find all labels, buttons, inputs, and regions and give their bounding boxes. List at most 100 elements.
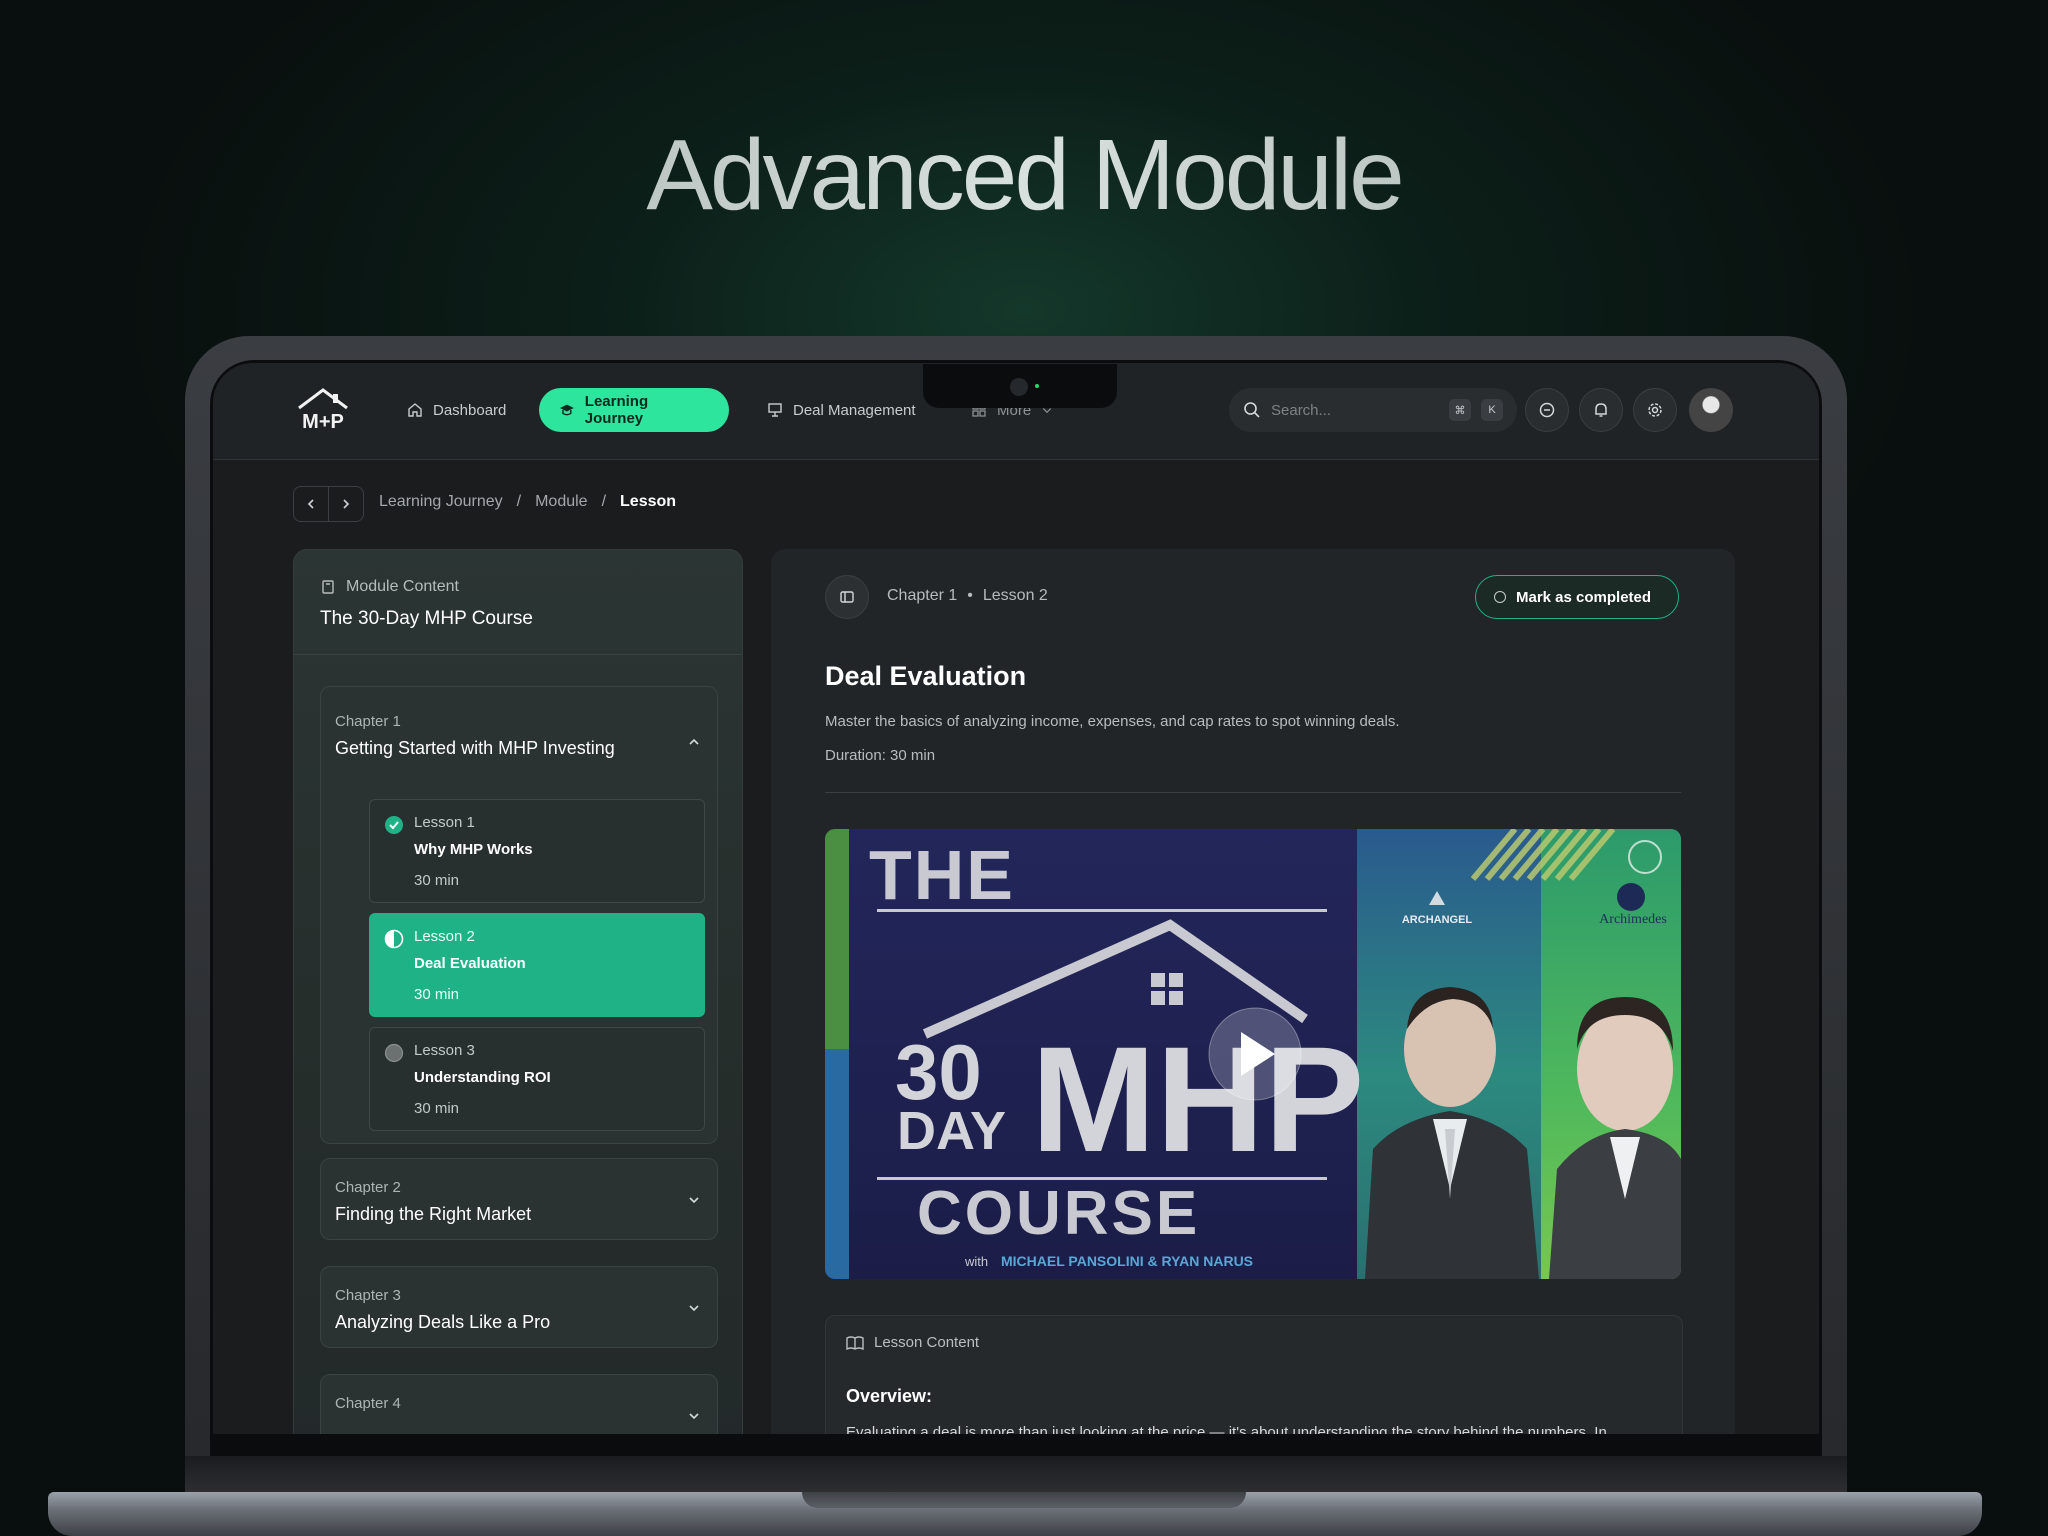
lesson-number: Lesson 2 — [414, 928, 475, 945]
svg-text:MICHAEL PANSOLINI & RYAN NARUS: MICHAEL PANSOLINI & RYAN NARUS — [1001, 1253, 1253, 1269]
lesson-duration: 30 min — [414, 872, 460, 889]
chapter-number: Chapter 4 — [335, 1395, 401, 1412]
chevron-down-icon[interactable] — [687, 1193, 701, 1207]
sidebar-icon — [840, 591, 854, 603]
forward-button[interactable] — [328, 486, 364, 522]
lesson-duration: Duration: 30 min — [825, 747, 936, 764]
nav-learning-journey[interactable]: Learning Journey — [539, 388, 729, 432]
chat-icon — [1539, 402, 1555, 418]
home-icon — [408, 403, 422, 417]
svg-text:ARCHANGEL: ARCHANGEL — [1402, 914, 1473, 926]
chapter-1[interactable]: Chapter 1 Getting Started with MHP Inves… — [320, 686, 718, 1144]
svg-text:with: with — [964, 1254, 988, 1269]
lesson-title: Deal Evaluation — [825, 661, 1027, 691]
lesson-number: Lesson 1 — [414, 814, 475, 831]
lesson-content-header: Lesson Content — [846, 1334, 979, 1351]
svg-text:DAY: DAY — [897, 1101, 1006, 1161]
search-icon — [1244, 402, 1260, 418]
chevron-down-icon[interactable] — [687, 1301, 701, 1315]
presentation-icon — [768, 403, 782, 417]
chevron-up-icon[interactable] — [687, 735, 701, 749]
lesson-title: Deal Evaluation — [414, 955, 526, 972]
breadcrumb-learning-journey[interactable]: Learning Journey — [379, 493, 503, 511]
search-input[interactable]: Search... ⌘ K — [1229, 388, 1517, 432]
module-header: Module Content The 30-Day MHP Course — [294, 550, 742, 655]
breadcrumb-lesson: Lesson — [620, 493, 677, 510]
lesson-item-1[interactable]: Lesson 1 Why MHP Works 30 min — [369, 799, 705, 903]
empty-circle-icon — [384, 1043, 404, 1063]
user-avatar[interactable] — [1689, 388, 1733, 432]
laptop-hinge — [185, 1456, 1847, 1492]
graduation-cap-icon — [559, 404, 574, 416]
back-button[interactable] — [293, 486, 329, 522]
circle-icon — [1494, 591, 1506, 603]
svg-text:Archimedes: Archimedes — [1599, 912, 1667, 927]
lesson-number: Lesson 3 — [414, 1042, 475, 1059]
lesson-title: Why MHP Works — [414, 841, 533, 858]
chevron-down-icon[interactable] — [687, 1409, 701, 1423]
chevron-left-icon — [307, 499, 314, 509]
settings-button[interactable] — [1633, 388, 1677, 432]
sidebar-toggle-button[interactable] — [825, 575, 869, 619]
chapter-number: Chapter 1 — [335, 713, 401, 730]
video-player[interactable]: ARCHANGEL Archimedes THE 30 DAY MHP COUR… — [825, 829, 1681, 1279]
lesson-content-label: Lesson Content — [874, 1334, 980, 1351]
nav-deal-management-label: Deal Management — [793, 401, 916, 419]
chapter-4[interactable]: Chapter 4 — [320, 1374, 718, 1434]
chapter-3[interactable]: Chapter 3 Analyzing Deals Like a Pro — [320, 1266, 718, 1348]
check-circle-icon — [385, 816, 403, 834]
svg-text:THE: THE — [869, 836, 1015, 914]
chevron-right-icon — [343, 499, 350, 509]
shortcut-cmd-key: ⌘ — [1449, 399, 1471, 421]
lesson-duration: 30 min — [414, 1100, 460, 1117]
laptop-base-lip — [802, 1492, 1246, 1508]
mark-as-completed-label: Mark as completed — [1516, 588, 1652, 606]
app-screen: M+P Dashboard Learning Journey Deal Mana… — [213, 363, 1819, 1434]
bullet-separator: • — [967, 587, 973, 604]
bell-icon — [1595, 403, 1607, 417]
lesson-description: Master the basics of analyzing income, e… — [825, 713, 1400, 730]
chapter-title: Analyzing Deals Like a Pro — [335, 1312, 551, 1332]
lesson-item-3[interactable]: Lesson 3 Understanding ROI 30 min — [369, 1027, 705, 1131]
module-sidebar: Module Content The 30-Day MHP Course Cha… — [293, 549, 743, 1434]
module-kicker: Module Content — [320, 578, 716, 596]
chapter-number: Chapter 2 — [335, 1179, 401, 1196]
nav-deal-management[interactable]: Deal Management — [747, 388, 936, 432]
mhp-logo[interactable]: M+P — [293, 386, 353, 434]
lesson-chapter-label: Chapter 1 — [887, 587, 958, 604]
lesson-title: Understanding ROI — [414, 1069, 551, 1086]
lesson-location: Chapter 1 • Lesson 2 — [887, 587, 1048, 605]
search-placeholder: Search... — [1271, 401, 1332, 419]
nav-dashboard-label: Dashboard — [433, 401, 507, 419]
chapter-title: Getting Started with MHP Investing — [335, 738, 615, 758]
overview-heading: Overview: — [846, 1386, 933, 1406]
lesson-duration: 30 min — [414, 986, 460, 1003]
svg-text:COURSE: COURSE — [917, 1179, 1200, 1248]
divider — [825, 792, 1681, 793]
open-book-icon — [846, 1335, 864, 1350]
camera-icon — [1010, 378, 1028, 396]
lesson-item-2[interactable]: Lesson 2 Deal Evaluation 30 min — [369, 913, 705, 1017]
breadcrumb-separator: / — [516, 493, 522, 510]
overview-text: Evaluating a deal is more than just look… — [846, 1424, 1607, 1434]
lesson-content-card: Lesson Content Overview: Evaluating a de… — [825, 1315, 1683, 1434]
breadcrumb-module[interactable]: Module — [535, 493, 587, 511]
chapter-title: Finding the Right Market — [335, 1204, 532, 1224]
mark-as-completed-button[interactable]: Mark as completed — [1475, 575, 1679, 619]
breadcrumb-separator: / — [601, 493, 607, 510]
lesson-number-label: Lesson 2 — [982, 587, 1048, 604]
hero-title: Advanced Module — [0, 118, 2048, 233]
breadcrumb: Learning Journey / Module / Lesson — [379, 493, 676, 511]
half-circle-progress-icon — [384, 929, 404, 949]
module-title: The 30-Day MHP Course — [320, 608, 533, 629]
chapter-number: Chapter 3 — [335, 1287, 401, 1304]
nav-dashboard[interactable]: Dashboard — [387, 388, 526, 432]
lesson-panel: Chapter 1 • Lesson 2 Mark as completed D… — [771, 549, 1735, 1434]
play-button[interactable] — [1208, 1007, 1302, 1101]
shortcut-k-key: K — [1481, 399, 1503, 421]
camera-notch — [923, 364, 1117, 408]
chapter-2[interactable]: Chapter 2 Finding the Right Market — [320, 1158, 718, 1240]
messages-button[interactable] — [1525, 388, 1569, 432]
svg-text:M+P: M+P — [302, 411, 344, 433]
notifications-button[interactable] — [1579, 388, 1623, 432]
